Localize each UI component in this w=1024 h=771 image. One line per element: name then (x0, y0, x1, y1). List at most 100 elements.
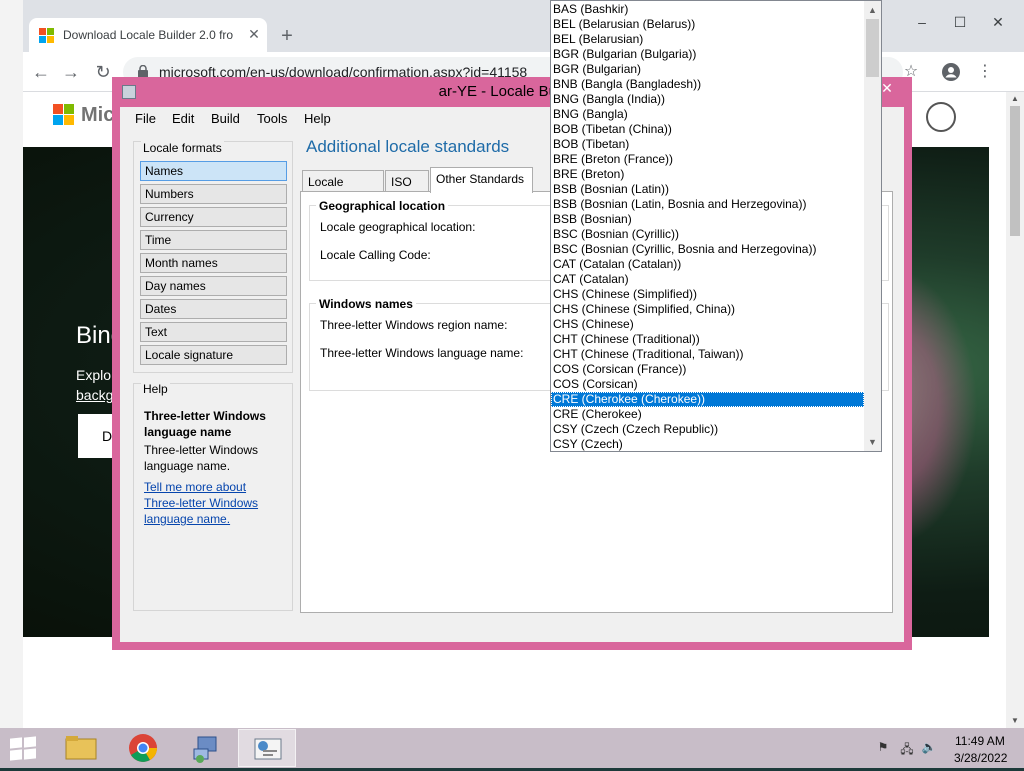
scroll-down-icon[interactable]: ▼ (864, 434, 881, 450)
dropdown-item[interactable]: BEL (Belarusian (Belarus)) (551, 17, 864, 32)
tab-close-icon[interactable]: ✕ (245, 25, 263, 43)
volume-muted-icon[interactable]: 🔈 (920, 740, 938, 756)
dropdown-item[interactable]: COS (Corsican) (551, 377, 864, 392)
language-dropdown-list[interactable]: BAS (Bashkir) BEL (Belarusian (Belarus)) B… (550, 0, 882, 452)
dropdown-item[interactable]: BGR (Bulgarian) (551, 62, 864, 77)
menu-help[interactable]: Help (304, 111, 331, 126)
section-title: Additional locale standards (306, 137, 510, 156)
dropdown-item[interactable]: BRE (Breton) (551, 167, 864, 182)
dropdown-item[interactable]: CSY (Czech) (551, 437, 864, 452)
dropdown-item[interactable]: CSY (Czech (Czech Republic)) (551, 422, 864, 437)
locale-formats-legend: Locale formats (141, 141, 224, 155)
format-text-button[interactable]: Text (140, 322, 287, 342)
browser-menu-icon[interactable]: ⋮ (971, 58, 999, 86)
dropdown-item[interactable]: BOB (Tibetan (China)) (551, 122, 864, 137)
chrome-taskbar-icon[interactable] (114, 729, 172, 767)
scroll-up-icon[interactable]: ▲ (1010, 94, 1020, 103)
dropdown-item[interactable]: COS (Corsican (France)) (551, 362, 864, 377)
clock-time[interactable]: 11:49 AM (955, 734, 1005, 748)
dropdown-item[interactable]: BSC (Bosnian (Cyrillic)) (551, 227, 864, 242)
profile-icon[interactable] (937, 58, 965, 86)
page-scrollbar[interactable]: ▲ ▼ (1006, 92, 1024, 728)
dropdown-item[interactable]: BSB (Bosnian) (551, 212, 864, 227)
back-button[interactable]: ← (27, 58, 55, 86)
dropdown-item[interactable]: BGR (Bulgarian (Bulgaria)) (551, 47, 864, 62)
dropdown-item[interactable]: BSB (Bosnian (Latin)) (551, 182, 864, 197)
format-dates-button[interactable]: Dates (140, 299, 287, 319)
dropdown-item[interactable]: BNG (Bangla) (551, 107, 864, 122)
browser-tab[interactable]: Download Locale Builder 2.0 from ✕ (29, 18, 267, 52)
dropdown-item[interactable]: CHS (Chinese (Simplified, China)) (551, 302, 864, 317)
tab-title: Download Locale Builder 2.0 from (63, 28, 233, 42)
locale-formats-group: Locale formats Names Numbers Currency Ti… (133, 141, 293, 373)
dropdown-item[interactable]: BSB (Bosnian (Latin, Bosnia and Herzegov… (551, 197, 864, 212)
format-currency-button[interactable]: Currency (140, 207, 287, 227)
hero-text-line: backg (76, 387, 114, 403)
format-locale-signature-button[interactable]: Locale signature (140, 345, 287, 365)
taskbar: ⚑ 🖧 🔈 (0, 728, 1024, 768)
forward-button[interactable]: → (57, 58, 85, 86)
new-tab-button[interactable]: + (275, 24, 299, 48)
microsoft-logo-icon (53, 104, 75, 126)
account-icon[interactable] (926, 102, 956, 132)
help-text: Three-letter Windows language name. (144, 443, 259, 473)
dropdown-item[interactable]: CHS (Chinese) (551, 317, 864, 332)
dropdown-item[interactable]: BRE (Breton (France)) (551, 152, 864, 167)
dropdown-item[interactable]: CRE (Cherokee (Cherokee)) (551, 392, 864, 407)
help-link[interactable]: Tell me more about Three-letter Windows … (144, 479, 284, 527)
dropdown-items: BAS (Bashkir) BEL (Belarusian (Belarus)) B… (551, 2, 864, 452)
menu-build[interactable]: Build (211, 111, 240, 126)
menu-edit[interactable]: Edit (172, 111, 194, 126)
format-numbers-button[interactable]: Numbers (140, 184, 287, 204)
scrollbar-thumb[interactable] (1010, 106, 1020, 236)
menu-file[interactable]: File (135, 111, 156, 126)
dropdown-item[interactable]: CAT (Catalan) (551, 272, 864, 287)
dropdown-item[interactable]: BOB (Tibetan) (551, 137, 864, 152)
dropdown-item[interactable]: BSC (Bosnian (Cyrillic, Bosnia and Herze… (551, 242, 864, 257)
tab-locale-names[interactable]: Locale Names (302, 170, 384, 203)
dropdown-item[interactable]: BAS (Bashkir) (551, 2, 864, 17)
clock-date[interactable]: 3/28/2022 (954, 751, 1007, 765)
scroll-down-icon[interactable]: ▼ (1010, 716, 1020, 725)
locale-builder-taskbar-icon[interactable] (238, 729, 296, 767)
region-name-label: Three-letter Windows region name: (320, 318, 508, 332)
dropdown-item[interactable]: CAT (Catalan (Catalan)) (551, 257, 864, 272)
start-button[interactable] (10, 736, 38, 761)
dropdown-item[interactable]: CRE (Cherokee) (551, 407, 864, 422)
network-taskbar-icon[interactable] (176, 729, 234, 767)
language-name-label: Three-letter Windows language name: (320, 346, 524, 360)
dropdown-scroll-thumb[interactable] (866, 19, 879, 77)
network-status-icon[interactable]: 🖧 (898, 740, 916, 756)
microsoft-favicon-icon (39, 28, 55, 44)
dropdown-item[interactable]: BEL (Belarusian) (551, 32, 864, 47)
dropdown-scrollbar[interactable]: ▲ ▼ (864, 1, 881, 451)
tab-other-standards[interactable]: Other Standards (430, 167, 533, 193)
maximize-button[interactable]: ☐ (941, 8, 979, 36)
scroll-up-icon[interactable]: ▲ (864, 2, 881, 18)
hero-text: Explo backg (76, 365, 113, 405)
close-window-button[interactable]: ✕ (979, 8, 1017, 36)
format-names-button[interactable]: Names (140, 161, 287, 181)
minimize-button[interactable]: – (903, 8, 941, 36)
dropdown-item[interactable]: BNG (Bangla (India)) (551, 92, 864, 107)
geo-location-label: Locale geographical location: (320, 220, 476, 234)
file-explorer-taskbar-icon[interactable] (52, 729, 110, 767)
hero-text-line: Explo (76, 367, 112, 383)
help-group: Help Three-letter Windows language name … (133, 382, 293, 611)
action-center-flag-icon[interactable]: ⚑ (874, 740, 892, 756)
dropdown-item[interactable]: CHT (Chinese (Traditional, Taiwan)) (551, 347, 864, 362)
dropdown-item[interactable]: CHS (Chinese (Simplified)) (551, 287, 864, 302)
calling-code-label: Locale Calling Code: (320, 248, 431, 262)
windows-names-legend: Windows names (316, 297, 416, 311)
dropdown-item[interactable]: BNB (Bangla (Bangladesh)) (551, 77, 864, 92)
geographical-location-legend: Geographical location (316, 199, 449, 213)
dropdown-item[interactable]: CHT (Chinese (Traditional)) (551, 332, 864, 347)
help-title: Three-letter Windows language name (144, 409, 266, 439)
format-time-button[interactable]: Time (140, 230, 287, 250)
menu-tools[interactable]: Tools (257, 111, 287, 126)
format-month-names-button[interactable]: Month names (140, 253, 287, 273)
help-legend: Help (141, 382, 170, 396)
format-day-names-button[interactable]: Day names (140, 276, 287, 296)
desktop-strip (0, 0, 23, 728)
tab-iso[interactable]: ISO (385, 170, 429, 193)
